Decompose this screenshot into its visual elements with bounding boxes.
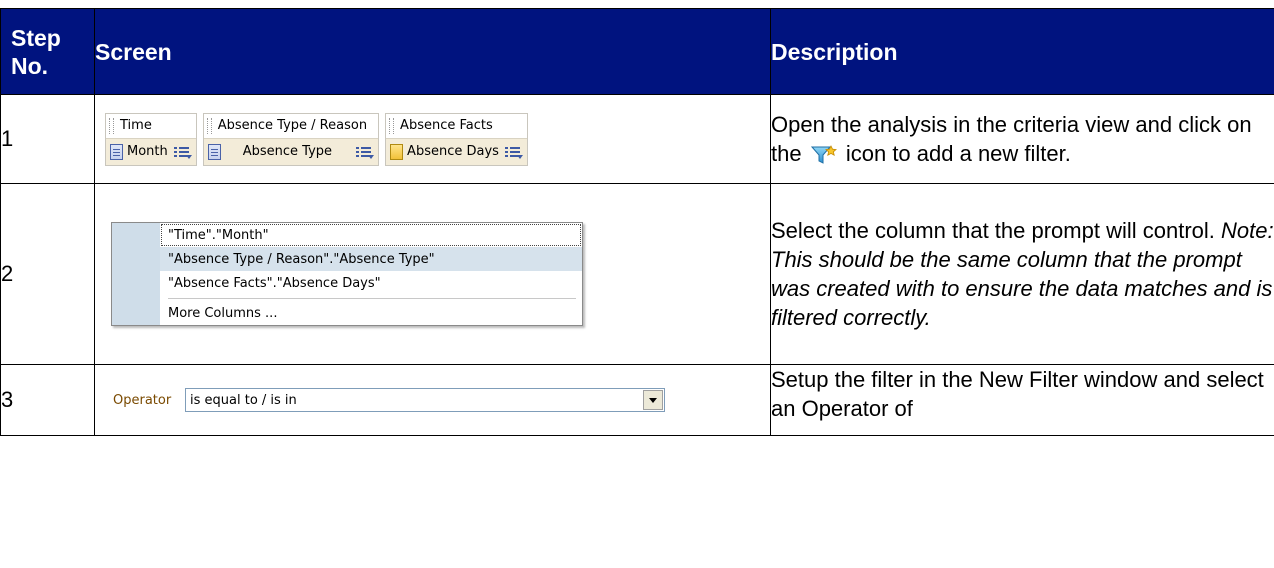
- operator-label: Operator: [113, 392, 172, 408]
- criteria-column-time[interactable]: Time Month: [105, 112, 197, 166]
- criteria-column-absence-facts[interactable]: Absence Facts Absence Days: [385, 112, 528, 166]
- menu-separator: [112, 295, 582, 301]
- criteria-column-label: Absence Type: [242, 144, 333, 159]
- description-text: Select the column that the prompt will c…: [771, 218, 1215, 243]
- description-cell: Setup the filter in the New Filter windo…: [770, 364, 1274, 436]
- criteria-column-label: Absence Days: [407, 144, 499, 159]
- description-cell: Open the analysis in the criteria view a…: [770, 94, 1274, 184]
- menu-item[interactable]: "Time"."Month": [112, 223, 582, 247]
- table-row: 3 Operator is equal to / is in Setup the…: [0, 364, 1274, 436]
- description-cell: Select the column that the prompt will c…: [770, 183, 1274, 365]
- attribute-column-icon: [110, 143, 123, 160]
- description-text: icon to add a new filter.: [845, 141, 1071, 166]
- operator-field: Operator is equal to / is in: [113, 388, 770, 412]
- attribute-column-icon: [207, 143, 221, 160]
- criteria-column-absence-type[interactable]: Absence Type / Reason Absence Type: [202, 112, 380, 166]
- criteria-columns: Time Month Absence Type / Reason Absence…: [105, 112, 770, 166]
- column-options-icon[interactable]: [504, 145, 523, 159]
- screen-cell: Time Month Absence Type / Reason Absence…: [94, 94, 771, 184]
- table-row: 1 Time Month Absence Type / Reason Absen…: [0, 94, 1274, 184]
- header-step-no: Step No.: [0, 8, 95, 95]
- step-number: 1: [0, 94, 95, 184]
- menu-item-more-columns[interactable]: More Columns ...: [112, 301, 582, 325]
- step-number: 3: [0, 364, 95, 436]
- criteria-folder-label: Time: [106, 113, 196, 138]
- operator-select[interactable]: is equal to / is in: [185, 388, 665, 412]
- menu-item[interactable]: "Absence Facts"."Absence Days": [112, 271, 582, 295]
- criteria-folder-label: Absence Facts: [386, 113, 527, 138]
- screen-cell: "Time"."Month" "Absence Type / Reason"."…: [94, 183, 771, 365]
- step-number: 2: [0, 183, 95, 365]
- menu-item[interactable]: "Absence Type / Reason"."Absence Type": [112, 247, 582, 271]
- criteria-column-label: Month: [127, 144, 168, 159]
- steps-table: Step No. Screen Description 1 Time Month: [0, 8, 1274, 436]
- chevron-down-icon[interactable]: [643, 390, 663, 410]
- measure-column-icon: [390, 143, 404, 160]
- column-options-icon[interactable]: [356, 145, 375, 159]
- column-select-menu: "Time"."Month" "Absence Type / Reason"."…: [111, 222, 583, 326]
- column-options-icon[interactable]: [173, 145, 192, 159]
- operator-value: is equal to / is in: [190, 392, 297, 408]
- header-description: Description: [770, 8, 1274, 95]
- header-row: Step No. Screen Description: [0, 8, 1274, 95]
- filter-add-icon: [810, 144, 838, 166]
- criteria-folder-label: Absence Type / Reason: [203, 113, 379, 138]
- table-row: 2 "Time"."Month" "Absence Type / Reason"…: [0, 183, 1274, 365]
- header-screen: Screen: [94, 8, 771, 95]
- screen-cell: Operator is equal to / is in: [94, 364, 771, 436]
